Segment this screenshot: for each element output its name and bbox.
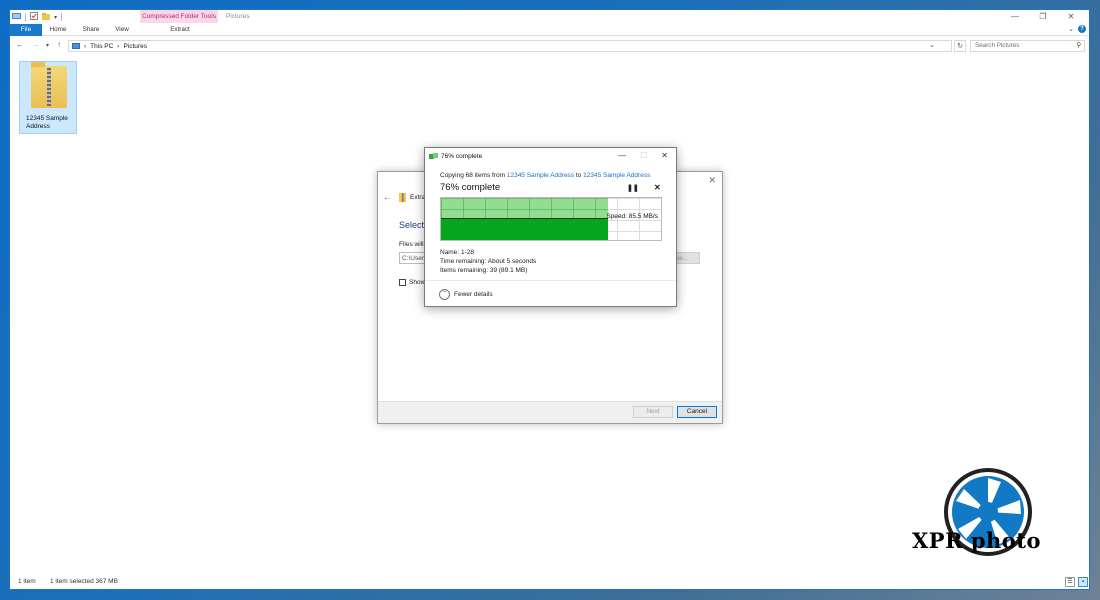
maximize-icon: ☐ (640, 151, 648, 160)
percent-complete-heading: 76% complete (440, 182, 501, 193)
speed-label: Speed: 85.5 MB/s (606, 213, 658, 220)
dialog-window-controls: — ☐ ✕ (618, 151, 668, 160)
copying-prefix: Copying 68 items from (440, 172, 506, 179)
zip-folder-icon (31, 62, 67, 108)
address-bar[interactable]: › This PC › Pictures ⌄ (68, 40, 952, 52)
ribbon-tabs: File Home Share View Extract ⌄ ? (10, 24, 1089, 36)
navigation-bar: ← → ▾ ↑ › This PC › Pictures ⌄ ↻ Search … (10, 38, 1089, 53)
up-arrow-icon[interactable]: ↑ (57, 40, 61, 49)
minimize-icon[interactable]: — (618, 151, 626, 160)
wizard-title: Extra (410, 194, 426, 201)
this-pc-icon (72, 43, 80, 49)
window-controls: — ❐ ✕ (1001, 11, 1085, 23)
title-bar: ▾ Compressed Folder Tools Pictures — ❐ ✕ (10, 10, 1089, 24)
file-name-line1: 12345 Sample (26, 115, 68, 122)
close-icon[interactable]: ✕ (1057, 11, 1085, 23)
explorer-app-icon (12, 12, 21, 22)
pause-icon[interactable]: ❚❚ (627, 184, 639, 192)
chevron-up-icon: ⌃ (439, 289, 450, 300)
tab-home[interactable]: Home (46, 24, 70, 36)
search-placeholder: Search Pictures (975, 42, 1020, 49)
copy-icon (429, 153, 438, 159)
divider (425, 280, 676, 281)
transfer-speed-graph: Speed: 85.5 MB/s (440, 197, 662, 241)
tab-extract[interactable]: Extract (160, 24, 200, 36)
copying-description: Copying 68 items from 12345 Sample Addre… (440, 172, 650, 179)
status-selection: 1 item selected 367 MB (50, 578, 118, 585)
status-item-count: 1 item (18, 578, 36, 585)
properties-icon[interactable] (30, 12, 38, 22)
show-files-label: Show (409, 279, 426, 286)
recent-locations-icon[interactable]: ▾ (46, 42, 49, 49)
chevron-right-icon: › (117, 42, 120, 50)
copy-progress-dialog: 76% complete — ☐ ✕ Copying 68 items from… (424, 147, 677, 307)
fewer-details-button[interactable]: ⌃ Fewer details (439, 289, 493, 300)
next-button[interactable]: Next (633, 406, 673, 418)
breadcrumb-this-pc[interactable]: This PC (90, 43, 113, 50)
wizard-footer: Next Cancel (378, 401, 722, 423)
search-input[interactable]: Search Pictures ⚲ (970, 40, 1085, 52)
status-bar: 1 item 1 item selected 367 MB ☰ ▪ (10, 576, 1089, 589)
file-name-line2: Address (26, 123, 50, 130)
current-name: Name: 1-28 (440, 249, 474, 256)
source-link[interactable]: 12345 Sample Address (507, 172, 574, 179)
expand-ribbon-icon[interactable]: ⌄ (1068, 25, 1074, 33)
wizard-zip-icon (399, 193, 406, 204)
cancel-button[interactable]: Cancel (677, 406, 717, 418)
address-dropdown-icon[interactable]: ⌄ (929, 41, 935, 49)
browse-button[interactable]: se... (673, 252, 700, 264)
wizard-heading: Select (399, 220, 425, 230)
minimize-icon[interactable]: — (1001, 11, 1029, 23)
qat-separator (61, 13, 63, 21)
qat-separator (25, 13, 26, 21)
watermark-text: XPR photo (912, 528, 1042, 553)
items-remaining: Items remaining: 39 (89.1 MB) (440, 267, 528, 274)
show-files-checkbox[interactable] (399, 279, 406, 286)
details-view-icon[interactable]: ☰ (1065, 577, 1075, 587)
compressed-folder-tools-tab[interactable]: Compressed Folder Tools (140, 10, 218, 23)
maximize-icon[interactable]: ❐ (1029, 11, 1057, 23)
files-will-label: Files will (399, 241, 424, 248)
search-icon: ⚲ (1076, 42, 1081, 49)
tab-file[interactable]: File (10, 24, 42, 36)
cancel-copy-icon[interactable]: ✕ (654, 183, 661, 192)
file-name: 12345 Sample Address (26, 115, 68, 131)
quick-access-toolbar: ▾ (12, 12, 63, 22)
qat-dropdown-icon[interactable]: ▾ (54, 14, 57, 21)
speed-line (441, 218, 608, 219)
dialog-title: 76% complete (441, 153, 483, 160)
breadcrumb-pictures[interactable]: Pictures (123, 43, 146, 50)
time-remaining: Time remaining: About 5 seconds (440, 258, 537, 265)
ribbon-right-controls: ⌄ ? (1068, 25, 1086, 33)
speed-fill (441, 219, 608, 240)
new-folder-icon[interactable] (42, 12, 50, 22)
fewer-details-label: Fewer details (454, 291, 493, 298)
to-word: to (575, 172, 582, 179)
tab-view[interactable]: View (110, 24, 134, 36)
window-title: Pictures (226, 13, 250, 20)
tab-share[interactable]: Share (78, 24, 104, 36)
back-arrow-icon[interactable]: ← (16, 40, 24, 49)
large-icons-view-icon[interactable]: ▪ (1078, 577, 1088, 587)
close-icon[interactable]: ✕ (661, 151, 668, 160)
back-arrow-icon[interactable]: ← (383, 193, 391, 202)
chevron-right-icon: › (84, 42, 87, 50)
close-icon[interactable]: ✕ (708, 175, 716, 186)
forward-arrow-icon[interactable]: → (32, 40, 40, 49)
help-icon[interactable]: ? (1078, 25, 1086, 33)
zip-file-item[interactable]: 12345 Sample Address (19, 61, 77, 134)
destination-path-text: C:\User (402, 255, 425, 262)
refresh-icon[interactable]: ↻ (954, 40, 966, 52)
destination-link[interactable]: 12345 Sample Address (583, 172, 650, 179)
